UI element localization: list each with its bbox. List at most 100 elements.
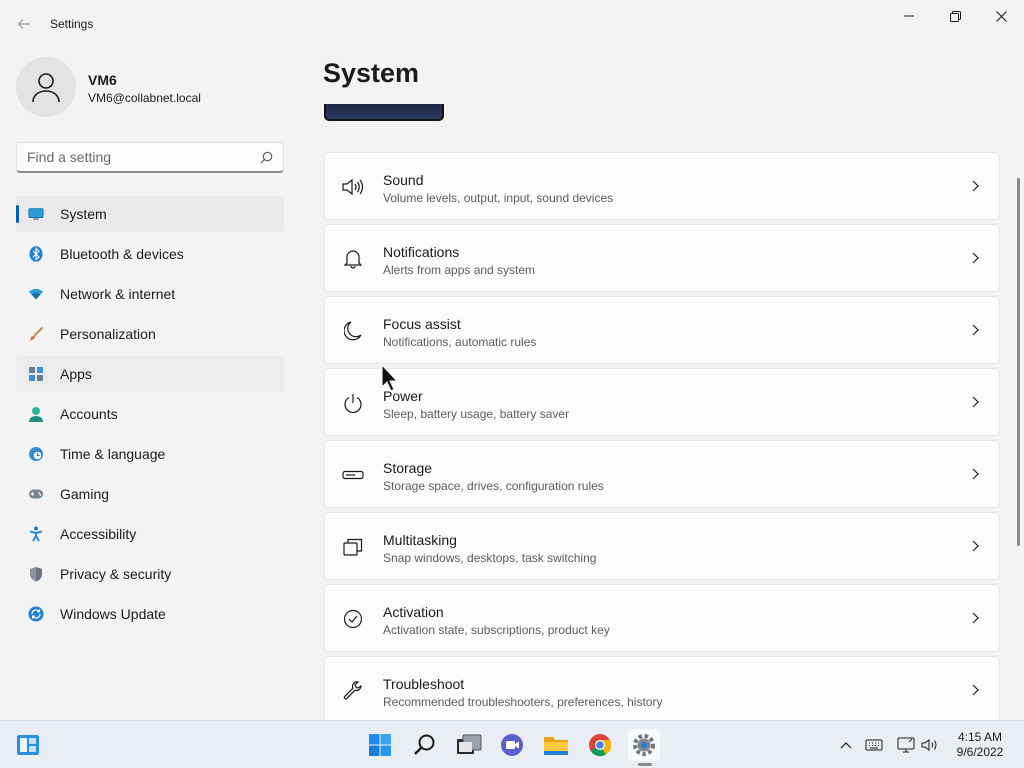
sidebar-item-privacy-security[interactable]: Privacy & security	[16, 556, 284, 592]
gamepad-icon	[28, 486, 44, 502]
power-icon	[342, 392, 364, 414]
chevron-right-icon	[972, 324, 979, 336]
widgets-icon	[17, 735, 39, 755]
restore-icon	[949, 10, 961, 22]
settings-app-button[interactable]	[628, 729, 660, 761]
sidebar-item-label: Network & internet	[60, 286, 176, 302]
taskbar: 4:15 AM 9/6/2022	[0, 720, 1024, 768]
person-icon	[28, 406, 44, 422]
sidebar-item-system[interactable]: System	[16, 196, 284, 232]
restore-button[interactable]	[932, 0, 978, 32]
active-app-indicator	[638, 763, 652, 766]
page-title: System	[323, 58, 420, 88]
monitor-icon	[28, 206, 44, 222]
chevron-right-icon	[972, 540, 979, 552]
widgets-button[interactable]	[12, 729, 44, 761]
settings-card-activation[interactable]: Activation Activation state, subscriptio…	[324, 584, 1000, 652]
person-icon	[32, 73, 60, 103]
card-description: Notifications, automatic rules	[383, 335, 537, 349]
close-icon	[995, 10, 1007, 22]
keyboard-icon	[865, 739, 883, 751]
card-title: Multitasking	[383, 532, 457, 548]
search-icon[interactable]	[260, 151, 273, 164]
sidebar-item-network[interactable]: Network & internet	[16, 276, 284, 312]
settings-card-notifications[interactable]: Notifications Alerts from apps and syste…	[324, 224, 1000, 292]
sidebar-item-label: Apps	[60, 366, 92, 382]
sidebar-item-accounts[interactable]: Accounts	[16, 396, 284, 432]
sidebar-item-label: Time & language	[60, 446, 166, 462]
card-title: Focus assist	[383, 316, 461, 332]
shield-icon	[28, 566, 44, 582]
chrome-icon	[589, 734, 612, 757]
sidebar-item-personalization[interactable]: Personalization	[16, 316, 284, 352]
sidebar-item-label: Windows Update	[60, 606, 166, 622]
settings-card-power[interactable]: Power Sleep, battery usage, battery save…	[324, 368, 1000, 436]
chevron-right-icon	[972, 468, 979, 480]
selection-indicator	[16, 205, 19, 223]
sidebar-item-apps[interactable]: Apps	[16, 356, 284, 392]
app-title: Settings	[50, 17, 94, 31]
settings-card-focus-assist[interactable]: Focus assist Notifications, automatic ru…	[324, 296, 1000, 364]
taskbar-search-button[interactable]	[409, 729, 441, 761]
chevron-right-icon	[972, 612, 979, 624]
chevron-right-icon	[972, 684, 979, 696]
card-title: Activation	[383, 604, 444, 620]
search-box[interactable]	[16, 142, 284, 173]
checkmark-circle-icon	[342, 608, 364, 630]
search-input[interactable]	[17, 143, 283, 171]
back-button[interactable]	[10, 10, 38, 38]
bell-icon	[342, 248, 364, 270]
sidebar-item-windows-update[interactable]: Windows Update	[16, 596, 284, 632]
sidebar-item-label: Gaming	[60, 486, 110, 502]
sidebar-item-label: Privacy & security	[60, 566, 172, 582]
sidebar-item-time-language[interactable]: Time & language	[16, 436, 284, 472]
windows-logo-icon	[369, 734, 391, 756]
settings-card-troubleshoot[interactable]: Troubleshoot Recommended troubleshooters…	[324, 656, 1000, 720]
sidebar-item-label: Personalization	[60, 326, 156, 342]
accessibility-icon	[28, 526, 44, 542]
title-bar: Settings	[0, 0, 1024, 48]
clock-time: 4:15 AM	[957, 730, 1003, 744]
chevron-up-icon	[840, 742, 852, 749]
settings-card-multitasking[interactable]: Multitasking Snap windows, desktops, tas…	[324, 512, 1000, 580]
card-description: Activation state, subscriptions, product…	[383, 623, 610, 637]
wrench-icon	[342, 680, 364, 702]
settings-card-storage[interactable]: Storage Storage space, drives, configura…	[324, 440, 1000, 508]
sidebar-item-accessibility[interactable]: Accessibility	[16, 516, 284, 552]
update-icon	[28, 606, 44, 622]
bluetooth-icon	[28, 246, 44, 262]
back-arrow-icon	[17, 19, 30, 29]
show-hidden-icons-button[interactable]	[836, 735, 856, 755]
sidebar-item-gaming[interactable]: Gaming	[16, 476, 284, 512]
user-name: VM6	[88, 72, 117, 88]
moon-icon	[342, 320, 364, 342]
volume-button[interactable]	[920, 735, 940, 755]
mouse-cursor-icon	[381, 364, 399, 392]
input-indicator-button[interactable]	[864, 735, 884, 755]
chevron-right-icon	[972, 252, 979, 264]
sidebar-item-bluetooth[interactable]: Bluetooth & devices	[16, 236, 284, 272]
network-status-button[interactable]	[896, 735, 916, 755]
paintbrush-icon	[28, 326, 44, 342]
globe-clock-icon	[28, 446, 44, 462]
avatar[interactable]	[16, 57, 76, 117]
minimize-button[interactable]	[886, 0, 932, 32]
card-title: Storage	[383, 460, 433, 476]
teams-chat-button[interactable]	[496, 729, 528, 761]
card-description: Sleep, battery usage, battery saver	[383, 407, 570, 421]
search-icon	[414, 734, 435, 755]
close-button[interactable]	[978, 0, 1024, 32]
start-button[interactable]	[364, 729, 396, 761]
task-view-button[interactable]	[453, 729, 485, 761]
taskbar-clock[interactable]: 4:15 AM 9/6/2022	[948, 730, 1012, 760]
scrollbar-thumb[interactable]	[1017, 178, 1020, 546]
chrome-button[interactable]	[584, 729, 616, 761]
card-description: Snap windows, desktops, task switching	[383, 551, 597, 565]
chevron-right-icon	[972, 396, 979, 408]
settings-card-sound[interactable]: Sound Volume levels, output, input, soun…	[324, 152, 1000, 220]
file-explorer-button[interactable]	[540, 729, 572, 761]
user-email: VM6@collabnet.local	[88, 91, 201, 105]
storage-icon	[342, 464, 364, 486]
sidebar-nav: System Bluetooth & devices Network & int…	[16, 196, 284, 636]
task-view-icon	[457, 734, 482, 754]
